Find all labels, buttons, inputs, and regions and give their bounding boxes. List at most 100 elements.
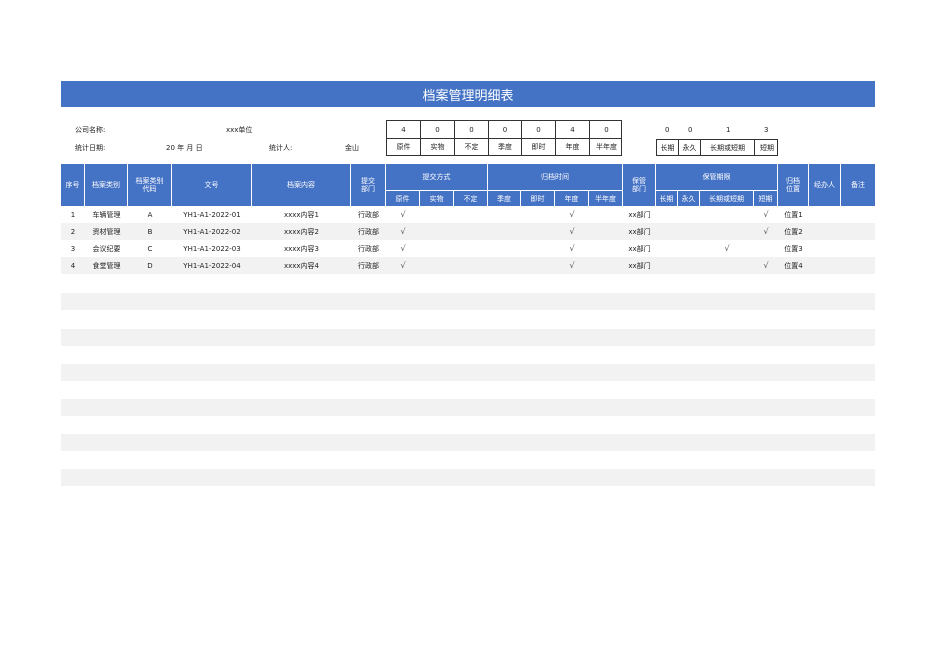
- summary-value: 4: [387, 121, 421, 138]
- header-seq: 序号: [61, 164, 85, 206]
- check-mark[interactable]: √: [555, 240, 589, 257]
- summary-label: 原件: [387, 138, 421, 155]
- header-sub-original: 原件: [386, 190, 420, 206]
- check-mark[interactable]: √: [386, 257, 420, 274]
- table-row: 2 资材管理 B YH1-A1-2022-02 xxxx内容2 行政部 √ √ …: [61, 223, 875, 240]
- table-row: 3 会议纪要 C YH1-A1-2022-03 xxxx内容3 行政部 √ √ …: [61, 240, 875, 257]
- cell-seq[interactable]: 2: [61, 223, 85, 240]
- counter-value[interactable]: 金山: [345, 142, 359, 154]
- empty-row[interactable]: [61, 452, 875, 469]
- empty-row[interactable]: [61, 382, 875, 399]
- cell-doc-no[interactable]: YH1-A1-2022-04: [172, 257, 252, 274]
- summary-right-label: 长期: [657, 140, 679, 155]
- empty-row[interactable]: [61, 274, 875, 291]
- header-sub-permanent: 永久: [678, 190, 700, 206]
- check-mark[interactable]: √: [754, 206, 778, 223]
- empty-row[interactable]: [61, 364, 875, 381]
- check-mark[interactable]: √: [386, 206, 420, 223]
- empty-row[interactable]: [61, 469, 875, 486]
- cell-seq[interactable]: 3: [61, 240, 85, 257]
- summary-value: 0: [421, 121, 455, 138]
- empty-row[interactable]: [61, 399, 875, 416]
- cell-dept[interactable]: 行政部: [351, 257, 386, 274]
- header-sub-physical: 实物: [420, 190, 454, 206]
- cell-category[interactable]: 车辆管理: [85, 206, 128, 223]
- cell-location[interactable]: 位置1: [778, 206, 809, 223]
- cell-seq[interactable]: 4: [61, 257, 85, 274]
- company-value[interactable]: xxx单位: [226, 124, 252, 136]
- summary-label: 实物: [421, 138, 455, 155]
- cell-code[interactable]: A: [128, 206, 172, 223]
- summary-right-value: 1: [726, 126, 731, 134]
- summary-right-label: 永久: [679, 140, 701, 155]
- empty-row[interactable]: [61, 311, 875, 328]
- header-remark: 备注: [851, 181, 865, 189]
- cell-doc-no[interactable]: YH1-A1-2022-02: [172, 223, 252, 240]
- summary-value: 0: [455, 121, 489, 138]
- table-row: 4 食堂管理 D YH1-A1-2022-04 xxxx内容4 行政部 √ √ …: [61, 257, 875, 274]
- cell-seq[interactable]: 1: [61, 206, 85, 223]
- cell-code[interactable]: B: [128, 223, 172, 240]
- cell-location[interactable]: 位置4: [778, 257, 809, 274]
- cell-content[interactable]: xxxx内容2: [252, 223, 351, 240]
- summary-label: 不定: [455, 138, 489, 155]
- cell-content[interactable]: xxxx内容3: [252, 240, 351, 257]
- cell-dept[interactable]: 行政部: [351, 223, 386, 240]
- summary-label: 季度: [489, 138, 522, 155]
- cell-doc-no[interactable]: YH1-A1-2022-03: [172, 240, 252, 257]
- header-location: 归档位置: [778, 164, 809, 206]
- cell-code[interactable]: D: [128, 257, 172, 274]
- cell-dept[interactable]: 行政部: [351, 206, 386, 223]
- cell-doc-no[interactable]: YH1-A1-2022-01: [172, 206, 252, 223]
- cell-content[interactable]: xxxx内容4: [252, 257, 351, 274]
- summary-value: 0: [604, 125, 609, 134]
- date-value[interactable]: 20 年 月 日: [166, 142, 203, 154]
- check-mark[interactable]: √: [386, 223, 420, 240]
- check-mark[interactable]: √: [754, 223, 778, 240]
- cell-category[interactable]: 食堂管理: [85, 257, 128, 274]
- header-submit-method: 提交方式: [386, 164, 488, 190]
- header-sub-long-or-short: 长期或短期: [700, 190, 754, 206]
- cell-keep-dept[interactable]: xx部门: [623, 206, 656, 223]
- header-archive-time: 归档时间: [488, 164, 623, 190]
- cell-content[interactable]: xxxx内容1: [252, 206, 351, 223]
- company-label: 公司名称:: [75, 126, 106, 134]
- cell-code[interactable]: C: [128, 240, 172, 257]
- empty-row[interactable]: [61, 434, 875, 451]
- empty-row[interactable]: [61, 346, 875, 363]
- header-sub-quarter: 季度: [488, 190, 521, 206]
- cell-keep-dept[interactable]: xx部门: [623, 257, 656, 274]
- header-sub-instant: 即时: [521, 190, 555, 206]
- header-sub-half-year: 半年度: [589, 190, 623, 206]
- check-mark[interactable]: √: [555, 206, 589, 223]
- header-sub-annual: 年度: [555, 190, 589, 206]
- check-mark[interactable]: √: [386, 240, 420, 257]
- check-mark[interactable]: √: [555, 257, 589, 274]
- check-mark[interactable]: √: [754, 257, 778, 274]
- header-sub-uncertain: 不定: [454, 190, 488, 206]
- header-category-code: 档案类别代码: [128, 164, 172, 206]
- cell-location[interactable]: 位置3: [778, 240, 809, 257]
- header-doc-no: 文号: [172, 164, 252, 206]
- header-keep-period: 保管期限: [656, 164, 778, 190]
- cell-keep-dept[interactable]: xx部门: [623, 223, 656, 240]
- summary-right-label: 长期或短期: [701, 140, 755, 155]
- sheet-title: 档案管理明细表: [61, 81, 875, 107]
- cell-category[interactable]: 资材管理: [85, 223, 128, 240]
- cell-keep-dept[interactable]: xx部门: [623, 240, 656, 257]
- empty-row[interactable]: [61, 293, 875, 310]
- empty-row[interactable]: [61, 417, 875, 434]
- cell-location[interactable]: 位置2: [778, 223, 809, 240]
- summary-right-value: 3: [764, 126, 769, 134]
- empty-row[interactable]: [61, 329, 875, 346]
- summary-label: 年度: [556, 138, 590, 155]
- summary-right-label: 短期: [760, 143, 774, 152]
- check-mark[interactable]: √: [555, 223, 589, 240]
- header-sub-long: 长期: [656, 190, 678, 206]
- cell-category[interactable]: 会议纪要: [85, 240, 128, 257]
- counter-label: 统计人:: [269, 144, 293, 152]
- table-row: 1 车辆管理 A YH1-A1-2022-01 xxxx内容1 行政部 √ √ …: [61, 206, 875, 223]
- check-mark[interactable]: √: [700, 240, 754, 257]
- header-keep-dept: 保管部门: [623, 164, 656, 206]
- cell-dept[interactable]: 行政部: [351, 240, 386, 257]
